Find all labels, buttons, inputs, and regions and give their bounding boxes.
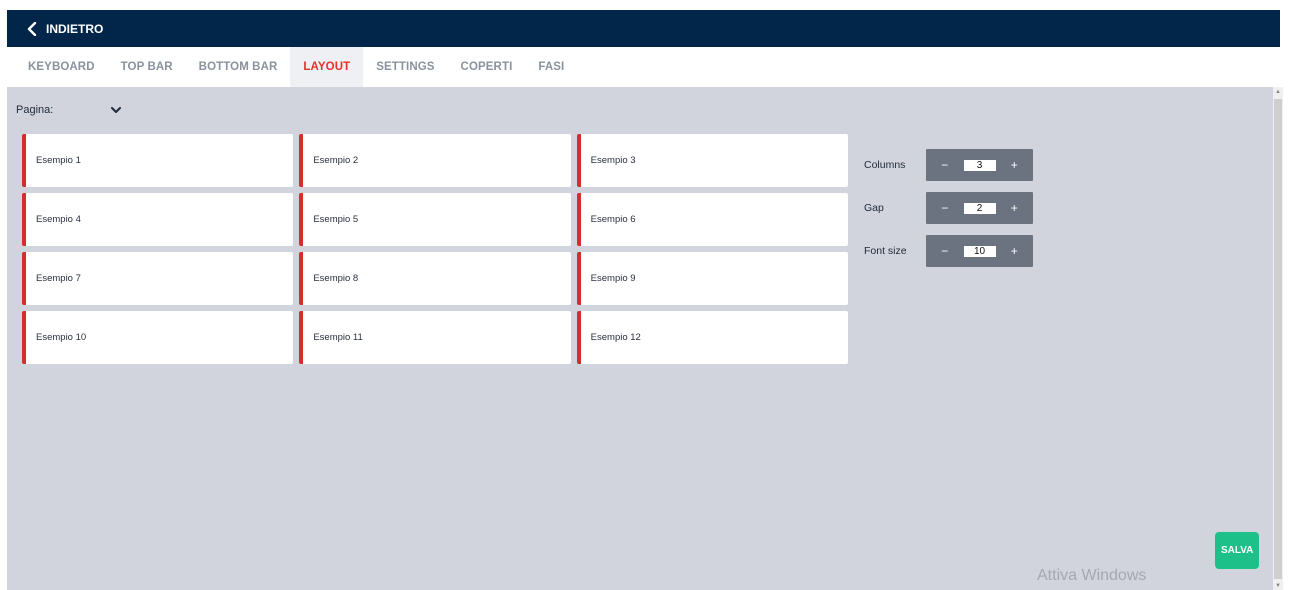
font-size-label: Font size xyxy=(864,245,907,257)
chevron-down-icon xyxy=(111,106,122,113)
page-selector-label: Pagina: xyxy=(16,104,54,116)
grid-cell[interactable]: Esempio 4 xyxy=(22,193,294,246)
scroll-down-icon[interactable]: ▼ xyxy=(1275,583,1281,589)
gap-input[interactable] xyxy=(963,202,996,214)
columns-increment-button[interactable]: + xyxy=(996,158,1034,172)
grid-cell[interactable]: Esempio 10 xyxy=(22,311,294,364)
tab-bar: KEYBOARD TOP BAR BOTTOM BAR LAYOUT SETTI… xyxy=(7,47,1280,87)
grid-cell[interactable]: Esempio 11 xyxy=(299,311,571,364)
scrollbar-thumb[interactable] xyxy=(1274,99,1282,579)
layout-grid: Esempio 1 Esempio 2 Esempio 3 Esempio 4 … xyxy=(22,134,848,364)
grid-cell[interactable]: Esempio 3 xyxy=(576,134,848,187)
windows-activation-watermark: Attiva Windows xyxy=(1037,567,1147,584)
columns-label: Columns xyxy=(864,159,906,171)
back-label: INDIETRO xyxy=(46,21,104,36)
save-button[interactable]: SALVA xyxy=(1215,532,1259,569)
tab-settings[interactable]: SETTINGS xyxy=(363,47,447,87)
scrollbar[interactable]: ▲ ▼ xyxy=(1273,87,1283,590)
columns-stepper: − + xyxy=(926,149,1033,181)
tab-coperti[interactable]: COPERTI xyxy=(448,47,526,87)
columns-decrement-button[interactable]: − xyxy=(926,158,964,172)
grid-cell[interactable]: Esempio 7 xyxy=(22,252,294,305)
columns-control: Columns − + xyxy=(864,149,1033,181)
font-size-decrement-button[interactable]: − xyxy=(926,244,964,258)
tab-fasi[interactable]: FASI xyxy=(525,47,577,87)
font-size-increment-button[interactable]: + xyxy=(996,244,1034,258)
tab-bottom-bar[interactable]: BOTTOM BAR xyxy=(186,47,291,87)
grid-cell[interactable]: Esempio 5 xyxy=(299,193,571,246)
gap-increment-button[interactable]: + xyxy=(996,201,1034,215)
grid-cell[interactable]: Esempio 2 xyxy=(299,134,571,187)
chevron-left-icon xyxy=(27,21,37,36)
tab-keyboard[interactable]: KEYBOARD xyxy=(15,47,108,87)
grid-cell[interactable]: Esempio 6 xyxy=(576,193,848,246)
layout-controls: Columns − + Gap − + Font size − xyxy=(864,149,1033,278)
app-window: INDIETRO KEYBOARD TOP BAR BOTTOM BAR LAY… xyxy=(7,10,1280,590)
gap-label: Gap xyxy=(864,202,884,214)
gap-control: Gap − + xyxy=(864,192,1033,224)
columns-input[interactable] xyxy=(963,159,996,171)
tab-top-bar[interactable]: TOP BAR xyxy=(108,47,186,87)
gap-stepper: − + xyxy=(926,192,1033,224)
scroll-up-icon[interactable]: ▲ xyxy=(1275,89,1281,95)
grid-cell[interactable]: Esempio 12 xyxy=(576,311,848,364)
top-header: INDIETRO xyxy=(7,10,1280,47)
grid-cell[interactable]: Esempio 8 xyxy=(299,252,571,305)
grid-cell[interactable]: Esempio 1 xyxy=(22,134,294,187)
tab-layout[interactable]: LAYOUT xyxy=(290,47,364,87)
layout-editor: Pagina: Esempio 1 Esempio 2 Esempio 3 Es… xyxy=(7,87,1280,590)
back-button[interactable]: INDIETRO xyxy=(27,21,104,36)
font-size-input[interactable] xyxy=(963,245,996,257)
gap-decrement-button[interactable]: − xyxy=(926,201,964,215)
font-size-stepper: − + xyxy=(926,235,1033,267)
grid-cell[interactable]: Esempio 9 xyxy=(576,252,848,305)
font-size-control: Font size − + xyxy=(864,235,1033,267)
page-selector[interactable]: Pagina: xyxy=(16,104,122,116)
